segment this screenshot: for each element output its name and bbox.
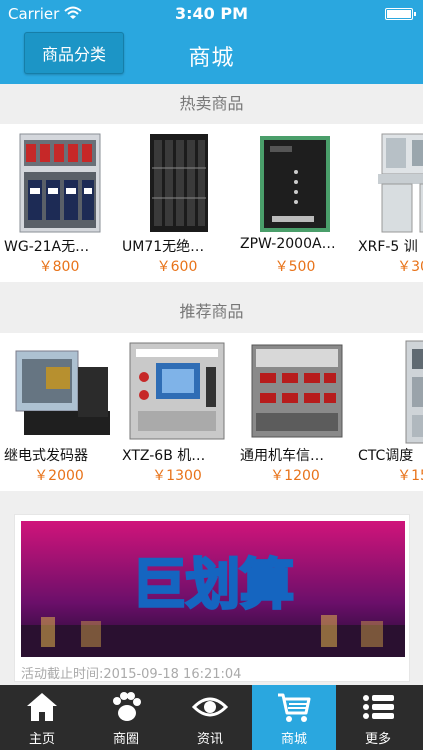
console-desk-photo xyxy=(378,133,423,233)
control-cabinet-photo xyxy=(405,340,423,444)
relay-device-photo xyxy=(15,350,110,435)
test-instrument-photo xyxy=(129,342,225,440)
product-card[interactable]: XTZ-6B 机… ￥1300 xyxy=(118,333,236,491)
cart-icon xyxy=(278,693,311,722)
product-price: ￥500 xyxy=(274,259,316,275)
black-module-photo xyxy=(260,136,330,232)
tab-bar: 主页 商圈 资讯 商城 更多 xyxy=(0,685,423,750)
hot-section-title: 热卖商品 xyxy=(0,84,423,124)
promo-banner[interactable]: 巨划算 xyxy=(21,521,405,657)
page-title: 商城 xyxy=(188,46,235,71)
tab-label: 主页 xyxy=(28,732,55,747)
hot-products-strip[interactable]: WG-21A无… ￥800 UM71无绝… ￥600 ZPW-2000A… ￥5… xyxy=(0,124,423,282)
tab-mall[interactable]: 商城 xyxy=(252,685,336,750)
promo-banner-text: 巨划算 xyxy=(132,553,294,616)
recommend-section-title: 推荐商品 xyxy=(0,292,423,332)
product-name: ZPW-2000A… xyxy=(240,236,336,252)
status-time: 3:40 PM xyxy=(174,4,248,23)
tab-news[interactable]: 资讯 xyxy=(168,685,252,750)
product-name: XTZ-6B 机… xyxy=(122,448,206,464)
promo-deadline: 活动截止时间:2015-09-18 16:21:04 xyxy=(21,667,242,682)
product-price: ￥15 xyxy=(397,468,423,484)
product-card[interactable]: WG-21A无… ￥800 xyxy=(0,124,118,282)
product-price: ￥2000 xyxy=(34,468,84,484)
product-name: XRF-5 训 xyxy=(358,239,418,255)
product-price: ￥800 xyxy=(38,259,80,275)
tab-label: 更多 xyxy=(364,732,391,747)
home-icon xyxy=(27,693,57,721)
product-name: 通用机车信… xyxy=(240,448,324,464)
product-price: ￥600 xyxy=(156,259,198,275)
product-name: CTC调度 xyxy=(358,448,414,464)
signal-tester-photo xyxy=(251,344,343,438)
tab-more[interactable]: 更多 xyxy=(336,685,420,750)
paw-icon xyxy=(113,692,141,721)
product-card[interactable]: 通用机车信… ￥1200 xyxy=(236,333,354,491)
status-bar: Carrier 3:40 PM xyxy=(0,0,423,28)
product-card[interactable]: ZPW-2000A… ￥500 xyxy=(236,124,354,282)
tab-label: 资讯 xyxy=(196,732,223,747)
tab-circle[interactable]: 商圈 xyxy=(84,685,168,750)
nav-bar: 商品分类 商城 xyxy=(0,28,423,84)
tab-label: 商城 xyxy=(280,732,307,747)
tab-home[interactable]: 主页 xyxy=(0,685,84,750)
product-card[interactable]: UM71无绝… ￥600 xyxy=(118,124,236,282)
product-card[interactable]: XRF-5 训 ￥30 xyxy=(354,124,423,282)
promo-card[interactable]: 巨划算 活动截止时间:2015-09-18 16:21:04 xyxy=(14,514,410,682)
relay-rack-photo xyxy=(19,133,101,233)
tab-label: 商圈 xyxy=(112,732,139,747)
product-name: 继电式发码器 xyxy=(4,448,88,464)
product-name: WG-21A无… xyxy=(4,239,90,255)
black-cabinet-photo xyxy=(150,134,208,232)
product-card[interactable]: CTC调度 ￥15 xyxy=(354,333,423,491)
product-price: ￥30 xyxy=(397,259,423,275)
recommended-products-strip[interactable]: 继电式发码器 ￥2000 XTZ-6B 机… ￥1300 通用机车信… ￥120… xyxy=(0,333,423,491)
battery-icon xyxy=(385,8,416,20)
product-card[interactable]: 继电式发码器 ￥2000 xyxy=(0,333,118,491)
list-icon xyxy=(363,695,394,719)
eye-icon xyxy=(192,697,228,717)
product-price: ￥1300 xyxy=(152,468,202,484)
product-price: ￥1200 xyxy=(270,468,320,484)
product-name: UM71无绝… xyxy=(122,239,205,255)
